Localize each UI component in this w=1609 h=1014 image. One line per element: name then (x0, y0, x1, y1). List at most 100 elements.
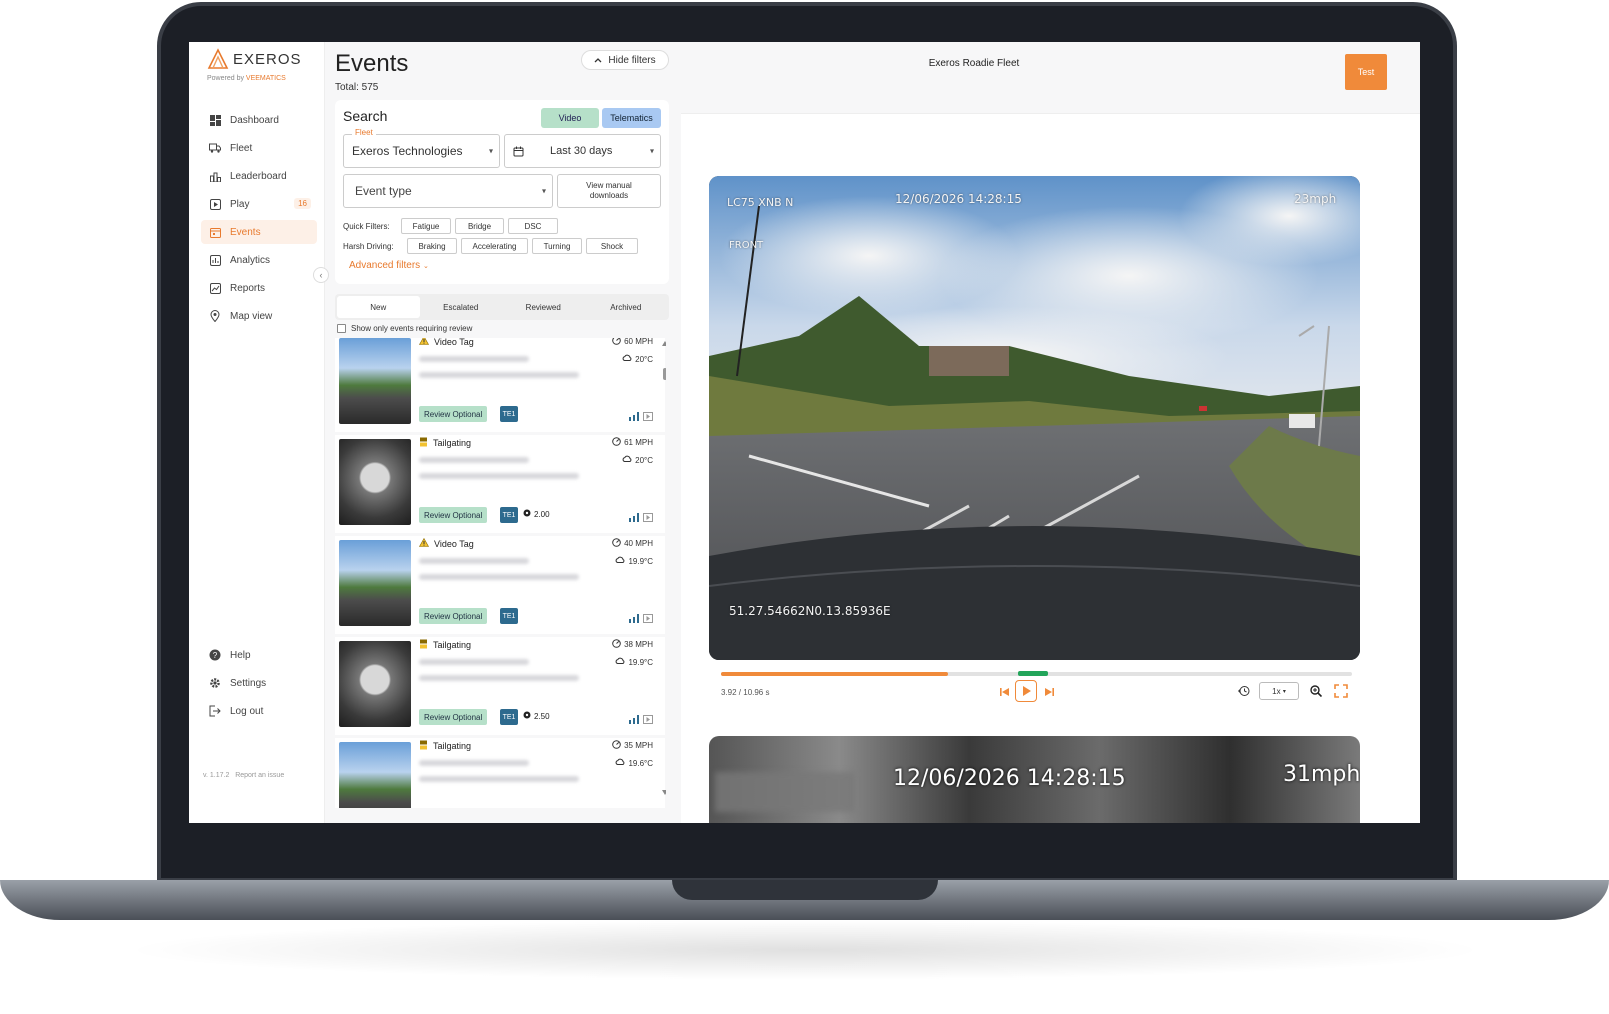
analytics-icon (209, 254, 221, 266)
te-badge: TE1 (500, 406, 518, 422)
sidebar-item-help[interactable]: ? Help (201, 643, 317, 667)
app-screen: EXEROS Powered by VEEMATICS Dashboard Fle… (189, 42, 1420, 823)
event-card[interactable]: Tailgating 35 MPH 19.6°C (335, 738, 665, 808)
weather-icon (622, 354, 632, 364)
date-range-select[interactable]: Last 30 days ▾ (504, 134, 661, 168)
laptop-shadow (120, 920, 1490, 980)
timeline-event-marker[interactable] (1017, 671, 1048, 676)
advanced-filters-link[interactable]: Advanced filters ⌄ (349, 260, 429, 271)
event-speed: 40 MPH (612, 538, 653, 549)
front-camera-video[interactable]: LC75 XNB N 12/06/2026 14:28:15 23mph FRO… (709, 176, 1360, 660)
timeline-progress (721, 672, 949, 676)
event-speed: 61 MPH (612, 437, 653, 448)
history-icon[interactable] (1237, 684, 1251, 698)
sidebar-item-events[interactable]: Events (201, 220, 317, 244)
player-header: Exeros Roadie Fleet Test (681, 42, 1420, 114)
video-timeline[interactable] (721, 671, 1352, 676)
search-title: Search (343, 108, 388, 124)
tab-new[interactable]: New (337, 296, 420, 318)
fullscreen-icon[interactable] (1333, 683, 1349, 699)
signal-bars-icon (629, 610, 639, 628)
score-icon (523, 509, 531, 519)
signal-bars-icon (629, 408, 639, 426)
te-badge: TE1 (500, 709, 518, 725)
event-type: Tailgating (419, 437, 471, 449)
sidebar-item-settings[interactable]: Settings (201, 671, 317, 695)
tab-escalated[interactable]: Escalated (420, 296, 503, 318)
event-type-select[interactable]: Event type ▾ (343, 174, 553, 208)
event-thumbnail[interactable] (339, 439, 411, 525)
powered-by: Powered by VEEMATICS (207, 75, 286, 82)
tab-archived[interactable]: Archived (585, 296, 668, 318)
show-only-review-checkbox[interactable]: Show only events requiring review (337, 324, 472, 333)
event-card[interactable]: Tailgating 61 MPH 20°C Review Optional TE1 2.… (335, 435, 665, 533)
play-button[interactable] (1015, 680, 1037, 702)
event-thumbnail[interactable] (339, 641, 411, 727)
sidebar-item-play[interactable]: Play 16 (201, 192, 317, 216)
event-thumbnail[interactable] (339, 540, 411, 626)
sidebar-item-fleet[interactable]: Fleet (201, 136, 317, 160)
play-video-icon[interactable] (643, 509, 653, 527)
sidebar-item-map-view[interactable]: Map view (201, 304, 317, 328)
test-button[interactable]: Test (1345, 54, 1387, 90)
quick-filter-dsc[interactable]: DSC (508, 218, 558, 234)
event-temperature: 20°C (622, 455, 653, 465)
play-icon (1022, 686, 1031, 696)
list-scrollbar[interactable] (661, 338, 666, 798)
harsh-filter-accelerating[interactable]: Accelerating (461, 238, 528, 254)
fleet-select[interactable]: Fleet Exeros Technologies ▾ (343, 128, 500, 168)
video-filter-pill[interactable]: Video (541, 108, 599, 128)
sidebar-item-analytics[interactable]: Analytics (201, 248, 317, 272)
sidebar-item-reports[interactable]: Reports (201, 276, 317, 300)
warning-icon (418, 537, 430, 549)
sidebar-item-label: Leaderboard (230, 170, 287, 182)
event-thumbnail[interactable] (339, 338, 411, 424)
skip-forward-icon[interactable] (1043, 686, 1055, 698)
event-card[interactable]: Tailgating 38 MPH 19.9°C Review Optional TE1… (335, 637, 665, 735)
event-thumbnail[interactable] (339, 742, 411, 808)
harsh-filter-shock[interactable]: Shock (586, 238, 638, 254)
collapse-sidebar-button[interactable]: ‹ (313, 267, 329, 283)
quick-filter-bridge[interactable]: Bridge (455, 218, 504, 234)
blurred-plate (715, 772, 855, 812)
sidebar-item-log-out[interactable]: Log out (201, 699, 317, 723)
sidebar-item-dashboard[interactable]: Dashboard (201, 108, 317, 132)
tailgating-icon (419, 437, 428, 449)
play-video-icon[interactable] (643, 610, 653, 628)
skip-back-icon[interactable] (999, 686, 1011, 698)
calendar-icon (513, 146, 524, 156)
truck-icon (209, 142, 221, 154)
overlay-datetime: 12/06/2026 14:28:15 (895, 192, 1022, 206)
harsh-filter-braking[interactable]: Braking (407, 238, 457, 254)
harsh-filter-turning[interactable]: Turning (532, 238, 582, 254)
events-panel: Events Total: 575 Hide filters Search Vi… (325, 42, 681, 823)
event-card[interactable]: Video Tag 40 MPH 19.9°C Review Optional TE1 (335, 536, 665, 634)
play-video-icon[interactable] (643, 408, 653, 426)
telematics-filter-pill[interactable]: Telematics (602, 108, 661, 128)
svg-text:?: ? (213, 651, 218, 660)
play-count-badge: 16 (294, 198, 311, 209)
player-pane: Exeros Roadie Fleet Test LC75 XNB N 12/0… (681, 42, 1420, 823)
sidebar-item-leaderboard[interactable]: Leaderboard (201, 164, 317, 188)
hide-filters-button[interactable]: Hide filters (581, 50, 669, 70)
event-speed: 35 MPH (612, 740, 653, 751)
event-temperature: 19.9°C (615, 556, 653, 566)
speedometer-icon (612, 338, 621, 347)
map-pin-icon (209, 310, 221, 322)
logout-icon (209, 705, 221, 717)
speedometer-icon (612, 437, 621, 448)
play-video-icon[interactable] (643, 711, 653, 729)
cabin-camera-video[interactable]: 12/06/2026 14:28:15 31mph (709, 736, 1360, 823)
checkbox[interactable] (337, 324, 346, 333)
zoom-in-icon[interactable] (1309, 684, 1323, 698)
quick-filter-fatigue[interactable]: Fatigue (401, 218, 451, 234)
sidebar: EXEROS Powered by VEEMATICS Dashboard Fle… (189, 42, 325, 823)
event-card[interactable]: Video Tag 60 MPH 20°C Review Optional TE1 (335, 338, 665, 432)
playback-speed-select[interactable]: 1x ▾ (1259, 682, 1299, 700)
report-issue-link[interactable]: Report an issue (235, 772, 284, 779)
second-overlay-datetime: 12/06/2026 14:28:15 (893, 766, 1126, 791)
chevron-up-icon (594, 58, 602, 63)
tab-reviewed[interactable]: Reviewed (502, 296, 585, 318)
view-manual-downloads-button[interactable]: View manual downloads (557, 174, 661, 208)
sidebar-item-label: Log out (230, 705, 264, 717)
